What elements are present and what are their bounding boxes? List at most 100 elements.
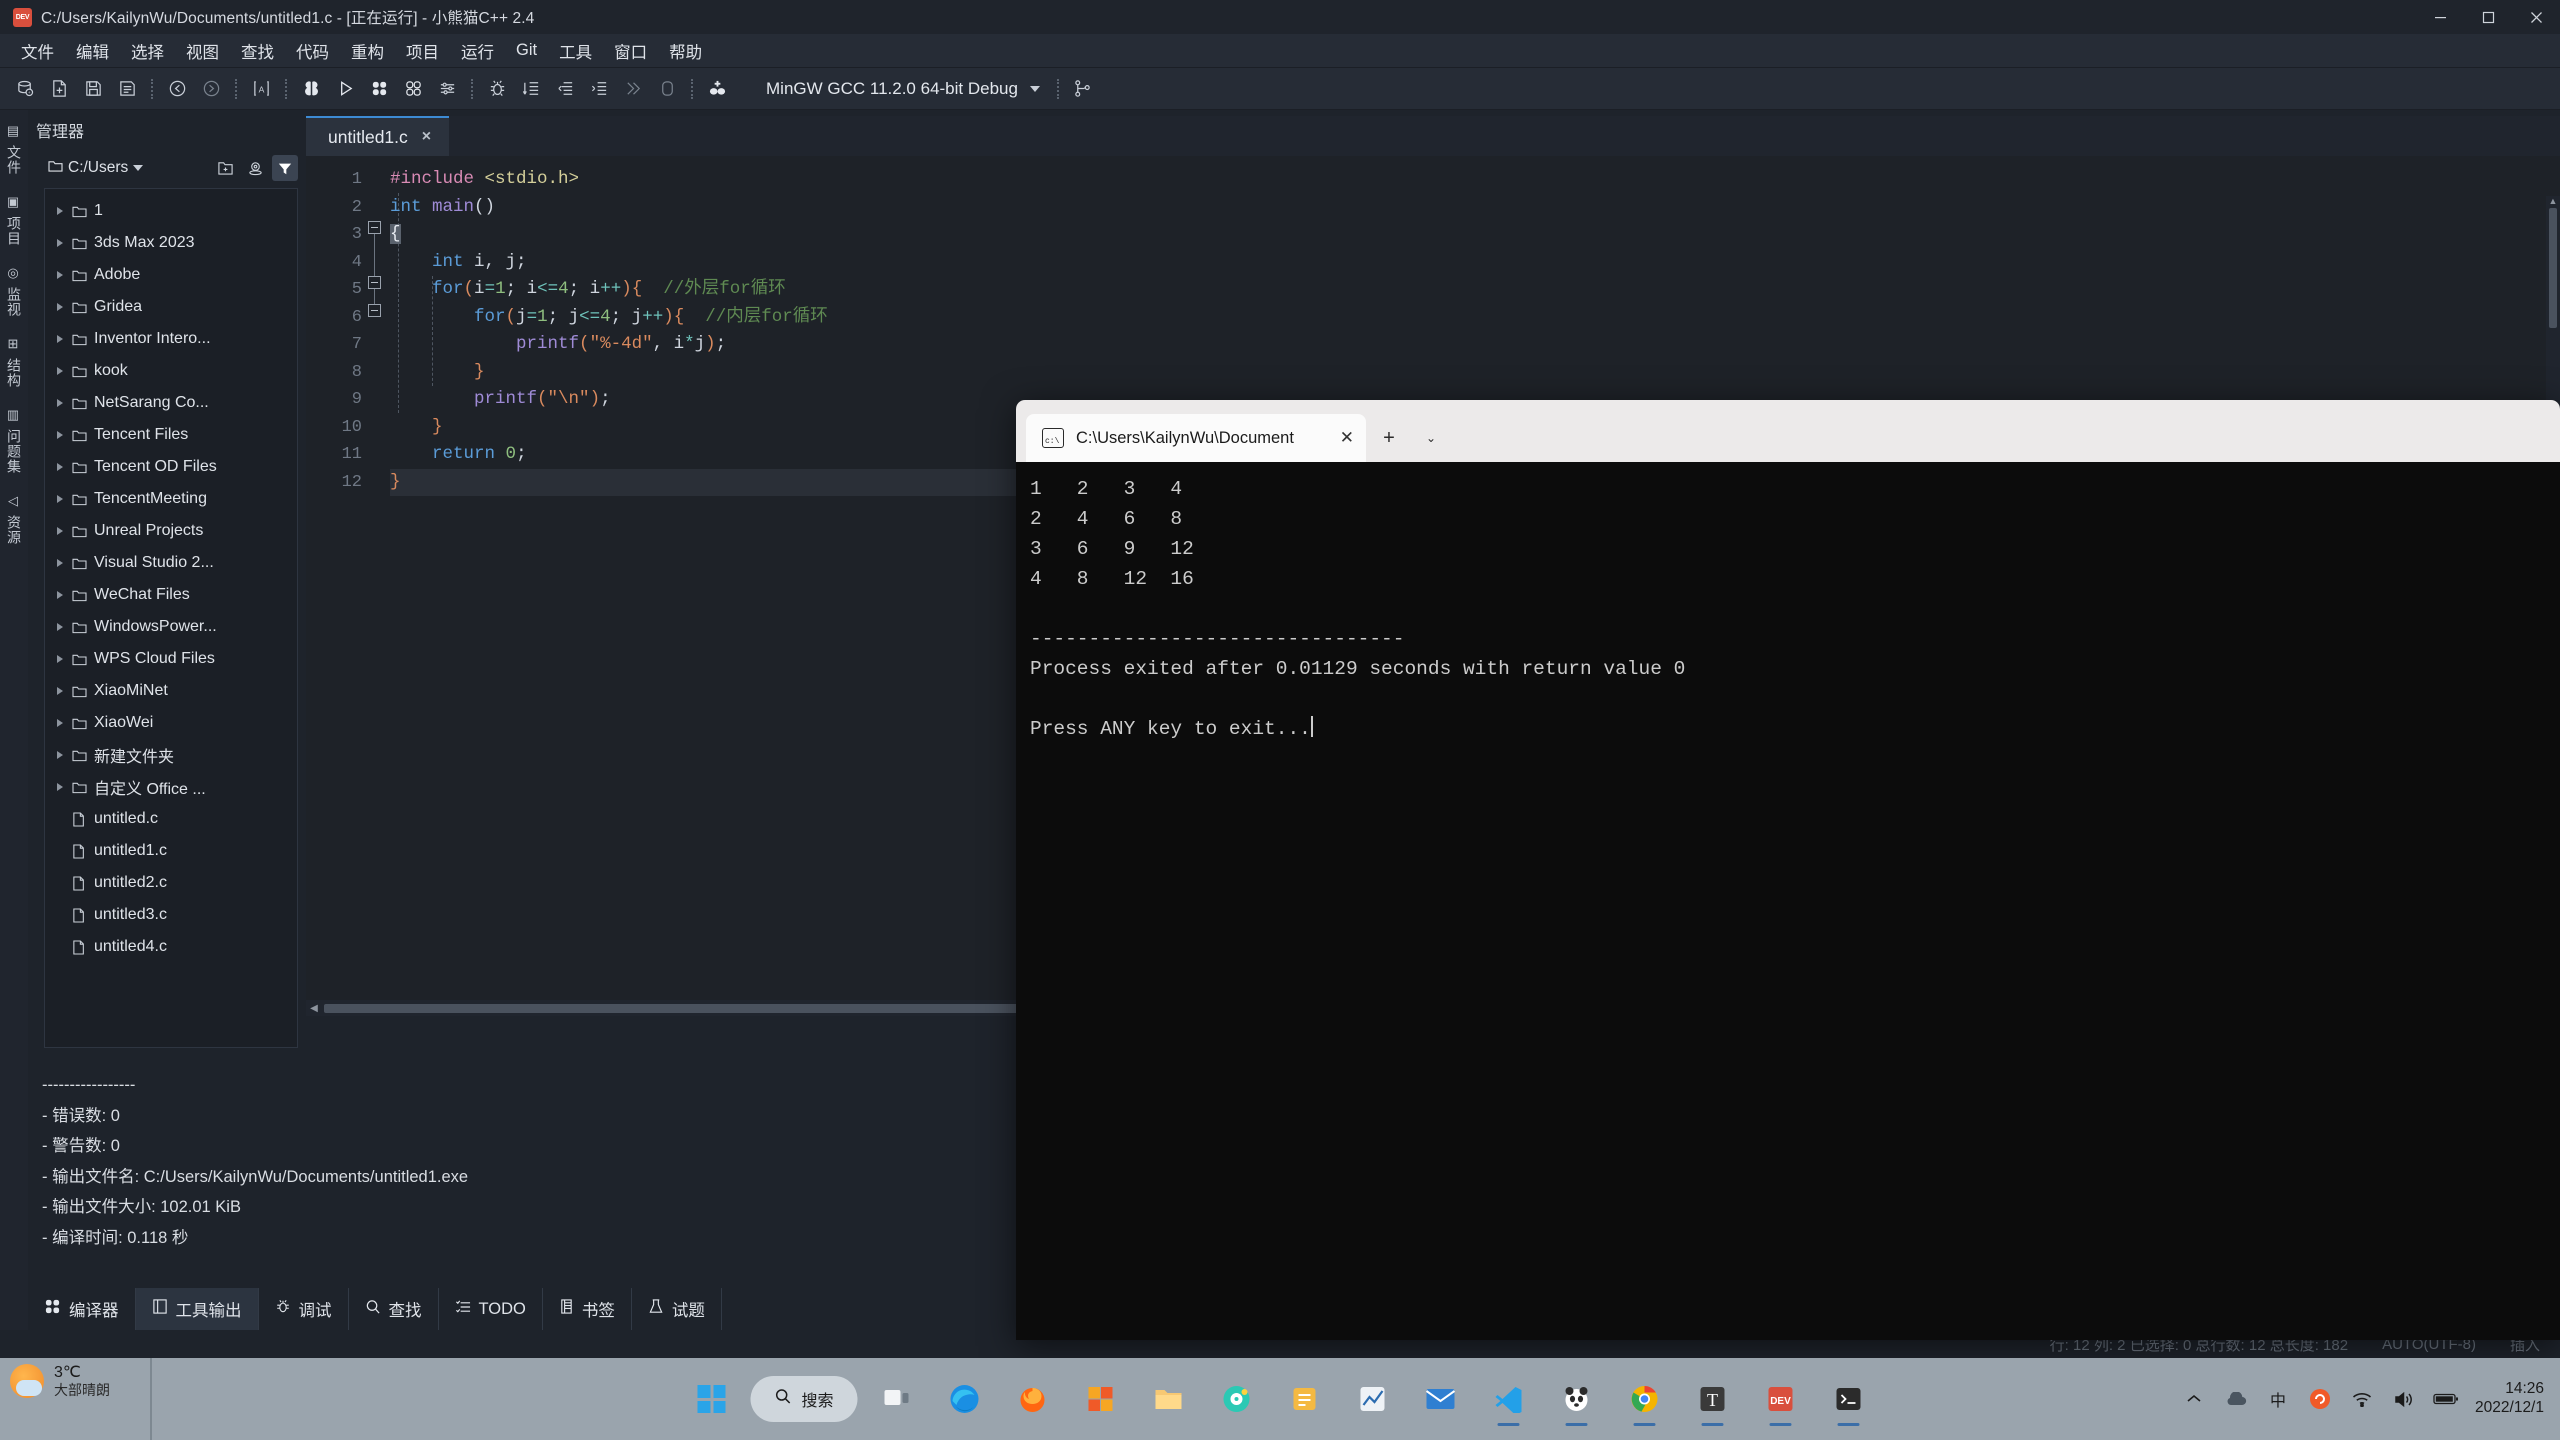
expand-arrow-icon[interactable] [55, 398, 66, 409]
chevron-down-icon[interactable]: ⌄ [1412, 414, 1450, 462]
code-line[interactable]: #include <stdio.h> [390, 166, 2560, 194]
file-tree-folder[interactable]: Tencent Files [45, 419, 297, 451]
scroll-up-arrow-icon[interactable]: ▲ [2546, 196, 2560, 206]
code-line[interactable]: printf("%-4d", i*j); [390, 331, 2560, 359]
select-all-icon[interactable]: A [246, 74, 276, 104]
rebuild-icon[interactable] [398, 74, 428, 104]
save-icon[interactable] [78, 74, 108, 104]
expand-arrow-icon[interactable] [55, 654, 66, 665]
rail-tab-resource[interactable]: ◁ 资源 [0, 484, 29, 555]
fold-toggle-line6[interactable] [368, 304, 381, 317]
expand-arrow-icon[interactable] [55, 462, 66, 473]
menu-file[interactable]: 文件 [10, 36, 65, 66]
file-tree-folder[interactable]: kook [45, 355, 297, 387]
expand-arrow-icon[interactable] [55, 302, 66, 313]
windows-terminal-window[interactable]: c:\ C:\Users\KailynWu\Document ✕ + ⌄ 1 2… [1016, 400, 2560, 1340]
menu-window[interactable]: 窗口 [603, 36, 658, 66]
expand-arrow-icon[interactable] [55, 334, 66, 345]
file-tree-folder[interactable]: Unreal Projects [45, 515, 297, 547]
compile-run-icon[interactable] [364, 74, 394, 104]
file-tree-folder[interactable]: 1 [45, 195, 297, 227]
edge-icon[interactable] [936, 1370, 994, 1428]
expand-arrow-icon[interactable] [55, 590, 66, 601]
locate-icon[interactable] [242, 155, 268, 181]
expand-arrow-icon[interactable] [55, 430, 66, 441]
expand-arrow-icon[interactable] [55, 878, 66, 889]
expand-arrow-icon[interactable] [55, 910, 66, 921]
file-tree-folder[interactable]: Tencent OD Files [45, 451, 297, 483]
stop-icon[interactable] [652, 74, 682, 104]
terminal-tab[interactable]: c:\ C:\Users\KailynWu\Document ✕ [1026, 414, 1366, 462]
firefox-icon[interactable] [1004, 1370, 1062, 1428]
file-tree-folder[interactable]: 新建文件夹 [45, 739, 297, 771]
options-icon[interactable] [432, 74, 462, 104]
code-line[interactable]: } [390, 359, 2560, 387]
wifi-icon[interactable] [2349, 1392, 2375, 1407]
redo-icon[interactable] [196, 74, 226, 104]
terminal-output[interactable]: 1 2 3 4 2 4 6 8 3 6 9 12 4 8 12 16 -----… [1016, 462, 2560, 744]
menu-project[interactable]: 项目 [395, 36, 450, 66]
expand-arrow-icon[interactable] [55, 526, 66, 537]
file-tree-folder[interactable]: XiaoMiNet [45, 675, 297, 707]
file-tree-folder[interactable]: WeChat Files [45, 579, 297, 611]
compiler-set-select[interactable]: MinGW GCC 11.2.0 64-bit Debug [752, 74, 1050, 104]
run-icon[interactable] [330, 74, 360, 104]
toggle-comment-icon[interactable] [584, 74, 614, 104]
taskbar-search[interactable]: 搜索 [750, 1376, 858, 1422]
menu-help[interactable]: 帮助 [658, 36, 713, 66]
file-tree-folder[interactable]: Gridea [45, 291, 297, 323]
expand-arrow-icon[interactable] [55, 366, 66, 377]
menu-view[interactable]: 视图 [175, 36, 230, 66]
path-combo[interactable]: C:/Users [44, 154, 208, 182]
maximize-button[interactable] [2464, 0, 2512, 34]
close-button[interactable] [2512, 0, 2560, 34]
rail-tab-watch[interactable]: ◎ 监视 [0, 256, 29, 327]
add-watch-icon[interactable] [702, 74, 732, 104]
menu-select[interactable]: 选择 [120, 36, 175, 66]
start-button[interactable] [682, 1370, 740, 1428]
qq-music-icon[interactable] [1208, 1370, 1266, 1428]
expand-arrow-icon[interactable] [55, 494, 66, 505]
notes-icon[interactable] [1276, 1370, 1334, 1428]
code-line[interactable]: for(i=1; i<=4; i++){ //外层for循环 [390, 276, 2560, 304]
expand-arrow-icon[interactable] [55, 206, 66, 217]
chevron-up-icon[interactable] [2181, 1394, 2207, 1404]
file-tree-folder[interactable]: TencentMeeting [45, 483, 297, 515]
step-over-icon[interactable] [618, 74, 648, 104]
file-tree-file[interactable]: untitled4.c [45, 931, 297, 963]
store-icon[interactable] [1072, 1370, 1130, 1428]
file-tree-folder[interactable]: Inventor Intero... [45, 323, 297, 355]
code-line[interactable]: int i, j; [390, 249, 2560, 277]
fold-toggle-line5[interactable] [368, 276, 381, 289]
editor-tab-untitled1[interactable]: untitled1.c × [306, 116, 450, 156]
sogou-icon[interactable] [2307, 1388, 2333, 1410]
save-all-icon[interactable] [112, 74, 142, 104]
scroll-left-arrow-icon[interactable]: ◀ [306, 1003, 322, 1014]
bottom-tab-find[interactable]: 查找 [349, 1288, 439, 1330]
mail-icon[interactable] [1412, 1370, 1470, 1428]
expand-arrow-icon[interactable] [55, 686, 66, 697]
battery-icon[interactable] [2433, 1392, 2459, 1406]
menu-find[interactable]: 查找 [230, 36, 285, 66]
expand-arrow-icon[interactable] [55, 238, 66, 249]
bottom-tab-bookmark[interactable]: 书签 [543, 1288, 632, 1330]
minimize-button[interactable] [2416, 0, 2464, 34]
bottom-tab-problem[interactable]: 试题 [632, 1288, 722, 1330]
scroll-thumb[interactable] [324, 1003, 1024, 1013]
volume-icon[interactable] [2391, 1391, 2417, 1408]
open-project-icon[interactable]: + [10, 74, 40, 104]
devcpp-icon[interactable]: DEV [1752, 1370, 1810, 1428]
file-tree-folder[interactable]: WindowsPower... [45, 611, 297, 643]
rail-tab-structure[interactable]: ⊞ 结构 [0, 327, 29, 398]
file-tree-folder[interactable]: NetSarang Co... [45, 387, 297, 419]
bottom-tab-todo[interactable]: TODO [439, 1288, 543, 1330]
git-icon[interactable] [1068, 74, 1098, 104]
scroll-thumb[interactable] [2549, 208, 2557, 328]
code-line[interactable]: int main() [390, 194, 2560, 222]
terminal-icon[interactable] [1820, 1370, 1878, 1428]
weather-widget[interactable]: 3℃ 大部晴朗 [10, 1364, 110, 1398]
new-tab-button[interactable]: + [1370, 414, 1408, 462]
chart-icon[interactable] [1344, 1370, 1402, 1428]
rail-tab-project[interactable]: ▣ 项目 [0, 185, 29, 256]
taskview-icon[interactable] [868, 1370, 926, 1428]
